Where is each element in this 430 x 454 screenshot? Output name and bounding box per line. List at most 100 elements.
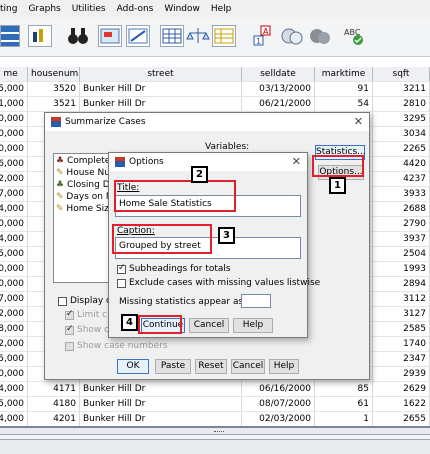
table-cell[interactable]: Bunker Hill Dr	[80, 412, 242, 426]
column-header[interactable]: street	[80, 67, 242, 82]
table-cell[interactable]: 2,000	[0, 307, 28, 322]
table-cell[interactable]: 3211	[373, 82, 430, 97]
table-cell[interactable]: 54	[315, 97, 373, 112]
list-item[interactable]: ✎ House Nu	[56, 168, 110, 178]
table-cell[interactable]: 1	[315, 412, 373, 426]
weight-cases-icon[interactable]	[186, 25, 210, 47]
table-cell[interactable]: 1,000	[0, 97, 28, 112]
table-cell[interactable]: Bunker Hill Dr	[80, 82, 242, 97]
table-cell[interactable]: 1622	[373, 397, 430, 412]
horizontal-scrollbar[interactable]	[0, 434, 430, 440]
table-cell[interactable]: 3112	[373, 292, 430, 307]
table-cell[interactable]: 5,000	[0, 82, 28, 97]
table-cell[interactable]: 3034	[373, 127, 430, 142]
table-cell[interactable]: 4171	[28, 382, 80, 397]
show-case-numbers-checkbox[interactable]	[65, 342, 74, 351]
table-cell[interactable]: 2688	[373, 202, 430, 217]
table-cell[interactable]: 06/16/2000	[242, 382, 315, 397]
table-cell[interactable]: 02/03/2000	[242, 412, 315, 426]
table-cell[interactable]: Bunker Hill Dr	[80, 382, 242, 397]
list-item[interactable]: ✎ Days on M	[56, 192, 114, 202]
table-cell[interactable]: 61	[315, 397, 373, 412]
menu-addons[interactable]: Add-ons	[117, 4, 154, 14]
table-cell[interactable]: Bunker Hill Dr	[80, 97, 242, 112]
menu-transform[interactable]: ting	[0, 4, 17, 14]
splitter-handle[interactable]	[214, 431, 224, 434]
select-cases-icon[interactable]	[212, 25, 236, 47]
reset-button[interactable]: Reset	[195, 359, 227, 374]
table-cell[interactable]: 0,000	[0, 127, 28, 142]
table-cell[interactable]: 2585	[373, 322, 430, 337]
table-cell[interactable]: 4237	[373, 172, 430, 187]
use-sets-icon[interactable]	[280, 25, 304, 47]
menu-utilities[interactable]: Utilities	[72, 4, 106, 14]
table-cell[interactable]: 5,000	[0, 247, 28, 262]
help-button[interactable]: Help	[269, 359, 299, 374]
menu-help[interactable]: Help	[211, 4, 232, 14]
list-item[interactable]: ✎ Home Siz	[56, 204, 109, 214]
insert-cases-icon[interactable]	[98, 25, 122, 47]
table-cell[interactable]: 91	[315, 82, 373, 97]
table-cell[interactable]: 3933	[373, 187, 430, 202]
show-only-valid-checkbox[interactable]	[65, 324, 74, 335]
table-cell[interactable]: 4180	[28, 397, 80, 412]
table-cell[interactable]: 3520	[28, 82, 80, 97]
variables-view-icon[interactable]	[0, 25, 20, 47]
table-cell[interactable]: 2347	[373, 352, 430, 367]
missing-statistics-field[interactable]	[241, 294, 271, 308]
table-cell[interactable]: 4,000	[0, 232, 28, 247]
paste-button[interactable]: Paste	[155, 359, 191, 374]
table-cell[interactable]: 2504	[373, 247, 430, 262]
table-cell[interactable]: 4420	[373, 157, 430, 172]
table-cell[interactable]: 85	[315, 382, 373, 397]
ok-button[interactable]: OK	[117, 359, 149, 374]
list-item[interactable]: ♣ Complete	[56, 156, 110, 166]
close-icon[interactable]: ✕	[292, 155, 301, 168]
table-cell[interactable]: 03/13/2000	[242, 82, 315, 97]
table-cell[interactable]: 3295	[373, 112, 430, 127]
column-header[interactable]: sqft	[373, 67, 430, 82]
table-cell[interactable]: 4,000	[0, 382, 28, 397]
table-cell[interactable]: 4,000	[0, 202, 28, 217]
cancel-button[interactable]: Cancel	[231, 359, 265, 374]
table-cell[interactable]: 3521	[28, 97, 80, 112]
table-cell[interactable]: 2939	[373, 367, 430, 382]
split-file-icon[interactable]	[126, 25, 150, 47]
table-cell[interactable]: 0,000	[0, 262, 28, 277]
table-cell[interactable]: 0,000	[0, 367, 28, 382]
table-cell[interactable]: 1993	[373, 262, 430, 277]
column-header[interactable]: housenum	[28, 67, 80, 82]
table-cell[interactable]: 6,000	[0, 157, 28, 172]
table-cell[interactable]: 5,000	[0, 397, 28, 412]
table-cell[interactable]: 08/07/2000	[242, 397, 315, 412]
close-icon[interactable]: ✕	[354, 115, 363, 128]
subheadings-checkbox[interactable]	[117, 263, 126, 274]
chart-builder-icon[interactable]	[28, 25, 52, 47]
table-cell[interactable]: 4201	[28, 412, 80, 426]
table-cell[interactable]: 2,000	[0, 337, 28, 352]
show-all-variables-icon[interactable]	[308, 25, 332, 47]
spell-check-icon[interactable]: ABC	[342, 25, 366, 47]
table-cell[interactable]: 2629	[373, 382, 430, 397]
table-cell[interactable]: 2655	[373, 412, 430, 426]
table-cell[interactable]: 3937	[373, 232, 430, 247]
display-cases-checkbox[interactable]	[58, 297, 67, 306]
table-cell[interactable]: 5,000	[0, 352, 28, 367]
menu-graphs[interactable]: Graphs	[28, 4, 60, 14]
table-cell[interactable]: 7,000	[0, 187, 28, 202]
value-labels-icon[interactable]: A1	[252, 25, 276, 47]
table-cell[interactable]: Bunker Hill Dr	[80, 397, 242, 412]
menu-window[interactable]: Window	[164, 4, 200, 14]
column-header[interactable]: selldate	[242, 67, 315, 82]
exclude-missing-checkbox[interactable]	[117, 279, 126, 288]
options-cancel-button[interactable]: Cancel	[189, 318, 229, 333]
table-cell[interactable]: 8,000	[0, 322, 28, 337]
table-cell[interactable]: 0,000	[0, 142, 28, 157]
table-cell[interactable]: 0,000	[0, 217, 28, 232]
column-header[interactable]: marktime	[315, 67, 373, 82]
table-cell[interactable]: 2,000	[0, 172, 28, 187]
table-cell[interactable]: 2894	[373, 277, 430, 292]
table-cell[interactable]: 2265	[373, 142, 430, 157]
binoculars-icon[interactable]	[66, 25, 90, 47]
table-cell[interactable]: 1740	[373, 337, 430, 352]
